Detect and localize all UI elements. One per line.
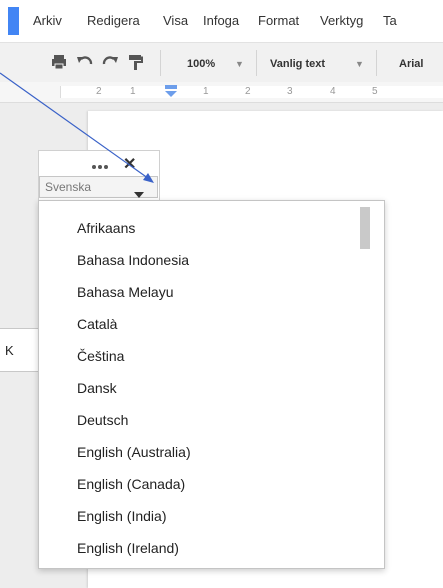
paint-format-icon[interactable] [127,53,145,76]
language-option[interactable]: Čeština [39,341,369,373]
language-select[interactable]: Svenska [39,176,158,198]
redo-icon[interactable] [101,53,119,76]
menu-tabell[interactable]: Ta [383,13,397,28]
close-icon[interactable]: ✕ [123,154,136,174]
undo-icon[interactable] [76,53,94,76]
language-option-label: Bahasa Melayu [77,284,174,300]
language-option-label: Català [77,316,118,332]
ruler-number: 5 [372,86,378,97]
toolbar: 100% ▼ Vanlig text ▼ Arial [0,42,443,83]
drag-handle-icon[interactable] [91,157,111,175]
docs-logo[interactable] [8,7,19,35]
ruler-number: 2 [96,86,102,97]
menu-arkiv[interactable]: Arkiv [33,13,62,28]
language-option-label: English (Australia) [77,444,191,460]
menu-verktyg[interactable]: Verktyg [320,13,363,28]
language-option-label: Dansk [77,380,117,396]
language-option[interactable]: English (Canada) [39,469,369,501]
side-panel: K [0,328,41,372]
style-chevron-down-icon[interactable]: ▼ [355,59,364,69]
indent-marker-icon[interactable] [164,84,178,103]
toolbar-separator [256,50,257,76]
style-select[interactable]: Vanlig text [270,58,325,70]
ruler-band [60,86,443,98]
language-option[interactable]: English (India) [39,501,369,533]
language-option-label: English (India) [77,508,167,524]
font-select[interactable]: Arial [399,58,423,70]
zoom-chevron-down-icon[interactable]: ▼ [235,59,244,69]
language-option-label: Bahasa Indonesia [77,252,190,268]
language-option-label: English (Ireland) [77,540,179,556]
toolbar-separator [160,50,161,76]
menu-infoga[interactable]: Infoga [203,13,239,28]
ruler-number: 1 [130,86,136,97]
menu-visa[interactable]: Visa [163,13,188,28]
language-option[interactable]: Català [39,309,369,341]
toolbar-separator [376,50,377,76]
language-option-label: English (Canada) [77,476,186,492]
language-option[interactable]: Bahasa Indonesia [39,245,369,277]
language-option[interactable]: English (Ireland) [39,533,369,565]
ruler-number: 2 [245,86,251,97]
side-panel-label: K [5,343,14,358]
language-option[interactable]: English (Australia) [39,437,369,469]
menu-format[interactable]: Format [258,13,299,28]
ruler-number: 1 [203,86,209,97]
language-widget: ✕ Svenska [38,150,160,206]
print-icon[interactable] [50,53,68,76]
language-option[interactable]: Afrikaans [39,213,369,245]
zoom-select[interactable]: 100% [187,58,215,70]
language-option-label: Afrikaans [77,220,136,236]
ruler-number: 4 [330,86,336,97]
language-option[interactable]: Deutsch [39,405,369,437]
language-dropdown-list: Afrikaans Bahasa Indonesia Bahasa Melayu… [38,200,385,569]
ruler: 2 1 1 2 3 4 5 [0,82,443,103]
language-select-value: Svenska [45,180,92,194]
language-option[interactable]: Dansk [39,373,369,405]
language-option[interactable]: Bahasa Melayu [39,277,369,309]
scrollbar-thumb[interactable] [360,207,370,249]
language-option-label: Deutsch [77,412,129,428]
ruler-number: 3 [287,86,293,97]
language-option-label: Čeština [77,348,125,364]
menu-bar: Arkiv Redigera Visa Infoga Format Verkty… [0,0,443,42]
menu-redigera[interactable]: Redigera [87,13,140,28]
